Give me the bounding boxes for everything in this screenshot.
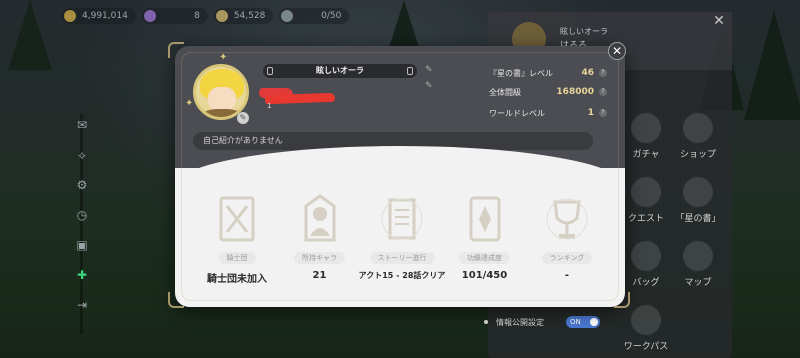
scroll-icon	[377, 192, 427, 246]
world-level-row: ワールドレベル 1 ?	[489, 106, 607, 120]
stat-value: 101/450	[461, 270, 508, 281]
corner-ornament	[168, 42, 184, 58]
stat-value: -	[564, 270, 570, 281]
stat-label: 所持キャラ	[294, 252, 345, 264]
world-level-value: 1	[587, 108, 594, 118]
trophy-icon	[542, 192, 592, 246]
sparkle-icon: ✦	[185, 98, 194, 109]
star-book-level-row: 『星の書』レベル 46 ?	[489, 66, 607, 80]
shop-icon	[683, 113, 713, 143]
menu-grid: ガチャ ショップ クエスト 「星の書」 バッグ マップ ワークパス	[620, 108, 724, 352]
corner-ornament	[614, 292, 630, 308]
stat-value: 21	[312, 270, 327, 281]
profile-title-badge[interactable]: 眩しいオーラ	[263, 64, 417, 78]
edit-name-icon[interactable]: ✎	[425, 81, 433, 91]
help-icon[interactable]: ?	[599, 88, 607, 96]
sword-icon	[281, 10, 294, 22]
friends-icon[interactable]: ✚	[71, 264, 93, 286]
stat-label: 騎士団	[218, 252, 256, 264]
sparkle-icon: ✦	[219, 52, 228, 63]
resource-sword: 0/50	[279, 8, 350, 24]
stat-value: アクト15 - 28話クリア	[358, 271, 446, 280]
resource-stamina: 54,528	[213, 8, 274, 24]
menu-item-map[interactable]: マップ	[672, 236, 724, 288]
title-pill-right-ornament	[407, 67, 413, 75]
stat-characters[interactable]: 所持キャラ 21	[280, 192, 360, 285]
work-pass-icon	[631, 305, 661, 335]
avatar-edit-icon[interactable]: ✎	[237, 112, 249, 124]
bag-icon	[631, 241, 661, 271]
stat-label: ストーリー進行	[369, 252, 435, 264]
stat-label: 功績達成度	[459, 252, 510, 264]
achievement-list: 騎士団 騎士団未加入 所持キャラ 21 ストーリー進行 アクト15 - 28話ク…	[197, 192, 607, 285]
menu-item-star-book[interactable]: 「星の書」	[672, 172, 724, 224]
stat-ranking[interactable]: ランキング -	[527, 192, 607, 285]
player-id-prefix: 1	[267, 102, 272, 110]
bullet-icon	[484, 320, 488, 324]
stat-achievement-rate[interactable]: 功績達成度 101/450	[445, 192, 525, 285]
map-icon	[683, 241, 713, 271]
stat-label: ランキング	[541, 252, 593, 264]
info-public-label: 情報公開設定	[496, 317, 544, 327]
character-silhouette-icon	[295, 192, 345, 246]
stamina-icon	[215, 10, 228, 22]
help-icon[interactable]: ?	[599, 69, 607, 77]
knight-banner-icon	[212, 192, 262, 246]
resource-coin: 4,991,014	[62, 8, 136, 24]
star-book-level-label: 『星の書』レベル	[489, 68, 553, 78]
star-book-level-value: 46	[581, 68, 594, 78]
menu-item-shop[interactable]: ショップ	[672, 108, 724, 160]
menu-item-gacha[interactable]: ガチャ	[620, 108, 672, 160]
resource-gem: 8	[141, 8, 208, 24]
menu-item-bag[interactable]: バッグ	[620, 236, 672, 288]
profile-modal: ✎ ✦ ✦ 眩しいオーラ ✎ ✎ 1 『星の書』レベル 46 ? 全体闘級 16…	[175, 46, 625, 307]
menu-close-icon[interactable]: ✕	[712, 14, 726, 28]
help-icon[interactable]: ?	[599, 109, 607, 117]
stat-value: 騎士団未加入	[207, 274, 267, 285]
player-id-redacted	[264, 92, 336, 105]
total-power-label: 全体闘級	[489, 87, 521, 97]
resource-bar: 4,991,014 8 54,528 0/50	[62, 8, 350, 24]
title-text: 眩しいオーラ	[316, 66, 364, 75]
camera-icon[interactable]: ▣	[71, 234, 93, 256]
menu-title: 眩しいオーラ	[560, 27, 608, 36]
avatar-body	[202, 109, 242, 117]
world-level-label: ワールドレベル	[489, 108, 545, 118]
quest-icon	[631, 177, 661, 207]
corner-ornament	[168, 292, 184, 308]
star-book-icon	[683, 177, 713, 207]
gacha-icon	[631, 113, 661, 143]
coin-icon	[64, 10, 76, 22]
history-icon[interactable]: ◷	[71, 204, 93, 226]
menu-item-quest[interactable]: クエスト	[620, 172, 672, 224]
settings-icon[interactable]: ⚙	[71, 174, 93, 196]
stat-story[interactable]: ストーリー進行 アクト15 - 28話クリア	[359, 192, 445, 285]
book-icon	[460, 192, 510, 246]
gem-icon	[143, 10, 156, 22]
total-power-value: 168000	[556, 87, 594, 97]
info-public-setting: 情報公開設定 ON	[478, 314, 628, 330]
mail-icon[interactable]: ✉	[71, 114, 93, 136]
info-public-toggle[interactable]: ON	[566, 316, 600, 328]
close-modal-button[interactable]: ✕	[608, 42, 626, 60]
toggle-knob	[590, 318, 598, 326]
exit-icon[interactable]: ⇥	[71, 294, 93, 316]
left-side-nav: ✉ ⟡ ⚙ ◷ ▣ ✚ ⇥	[70, 114, 94, 334]
title-pill-left-ornament	[267, 67, 273, 75]
total-power-row: 全体闘級 168000 ?	[489, 85, 607, 99]
share-icon[interactable]: ⟡	[71, 144, 93, 166]
stat-knights[interactable]: 騎士団 騎士団未加入	[197, 192, 277, 285]
edit-title-icon[interactable]: ✎	[425, 65, 433, 75]
